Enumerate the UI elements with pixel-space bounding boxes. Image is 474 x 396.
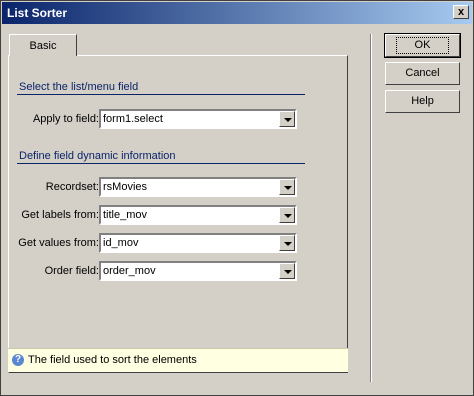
apply-to-field-label: Apply to field:	[32, 113, 99, 125]
chevron-down-icon[interactable]	[279, 179, 295, 195]
chevron-down-icon[interactable]	[279, 235, 295, 251]
title-bar: List Sorter x	[2, 2, 472, 24]
help-icon: ?	[12, 354, 24, 366]
values-from-select[interactable]: id_mov	[99, 233, 297, 253]
chevron-down-icon[interactable]	[279, 207, 295, 223]
ok-button-label: OK	[395, 37, 450, 54]
help-button[interactable]: Help	[385, 90, 460, 113]
order-field-label: Order field:	[44, 265, 99, 277]
cancel-button[interactable]: Cancel	[385, 62, 460, 85]
recordset-label: Recordset:	[45, 181, 99, 193]
recordset-value: rsMovies	[103, 181, 148, 193]
values-from-value: id_mov	[103, 237, 139, 249]
values-from-label: Get values from:	[18, 237, 99, 249]
window-title: List Sorter	[7, 6, 68, 20]
chevron-down-icon[interactable]	[279, 263, 295, 279]
chevron-down-icon[interactable]	[279, 111, 295, 127]
hint-bar: ? The field used to sort the elements	[8, 348, 348, 372]
close-button[interactable]: x	[453, 5, 469, 19]
ok-button[interactable]: OK	[384, 33, 461, 58]
apply-to-field-select[interactable]: form1.select	[99, 109, 297, 129]
labels-from-select[interactable]: title_mov	[99, 205, 297, 225]
section-divider	[17, 94, 305, 95]
hint-text: The field used to sort the elements	[28, 354, 197, 366]
tab-basic[interactable]: Basic	[9, 34, 77, 56]
labels-from-value: title_mov	[103, 209, 148, 221]
list-sorter-dialog: List Sorter x Basic Select the list/menu…	[0, 0, 474, 396]
vertical-divider	[370, 34, 372, 382]
recordset-select[interactable]: rsMovies	[99, 177, 297, 197]
section-select-list: Select the list/menu field	[19, 81, 139, 93]
apply-to-field-value: form1.select	[103, 113, 163, 125]
order-field-select[interactable]: order_mov	[99, 261, 297, 281]
section-divider	[17, 163, 305, 164]
basic-panel: Select the list/menu field Apply to fiel…	[8, 55, 348, 373]
labels-from-label: Get labels from:	[21, 209, 99, 221]
section-dynamic-info: Define field dynamic information	[19, 150, 176, 162]
order-field-value: order_mov	[103, 265, 156, 277]
